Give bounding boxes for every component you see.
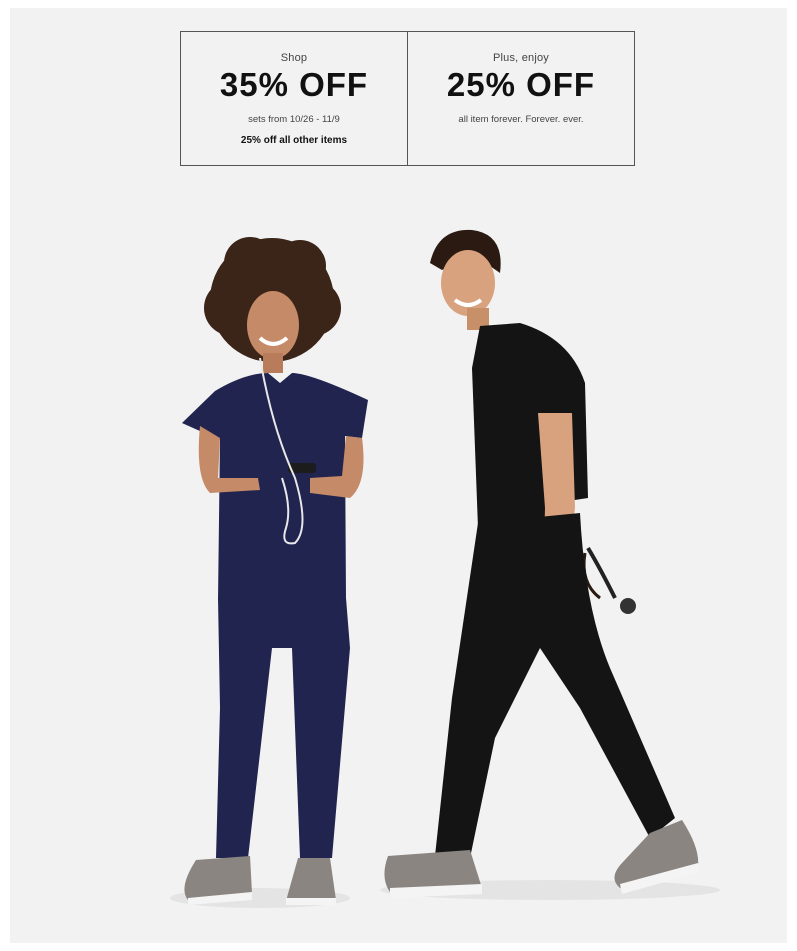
email-canvas: Shop 35% OFF sets from 10/26 - 11/9 25% …	[10, 8, 787, 943]
model-man-black-scrubs	[384, 229, 700, 898]
hero-image[interactable]	[10, 8, 787, 943]
model-woman-navy-scrubs	[182, 237, 368, 905]
